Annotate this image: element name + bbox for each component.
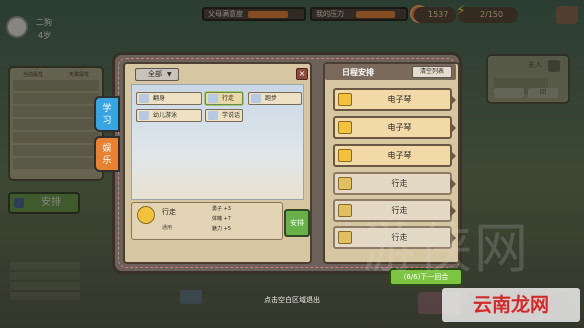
detail-title: 行走 xyxy=(162,208,176,216)
activity-walk[interactable]: 行走 xyxy=(205,92,243,105)
arrange-button[interactable]: 安排 xyxy=(284,209,310,237)
activity-icon xyxy=(139,111,149,120)
slot-notch xyxy=(450,178,456,190)
slot-label: 行走 xyxy=(391,179,408,188)
slot-label: 电子琴 xyxy=(387,123,412,132)
detail-subtitle: 通用 xyxy=(162,225,173,231)
smiley-icon xyxy=(338,149,352,162)
schedule-slot[interactable]: 电子琴 xyxy=(333,88,456,111)
schedule-slot[interactable]: 电子琴 xyxy=(333,116,456,139)
tab-entertainment-label: 娱乐 xyxy=(102,144,112,166)
activity-icon xyxy=(208,111,218,120)
activity-label: 跑步 xyxy=(265,95,278,102)
schedule-slot[interactable]: 电子琴 xyxy=(333,144,456,167)
duck-icon xyxy=(338,177,352,190)
arrange-label: 安排 xyxy=(290,219,304,227)
detail-effect: 魅力 +5 xyxy=(212,226,231,232)
slot-label: 电子琴 xyxy=(387,95,412,104)
smiley-icon xyxy=(338,93,352,106)
activity-label: 幼儿游泳 xyxy=(153,112,178,119)
clear-list-button[interactable]: 清空列表 xyxy=(412,66,452,78)
activity-icon xyxy=(251,94,261,103)
slot-notch xyxy=(450,150,456,162)
close-button[interactable]: × xyxy=(296,68,308,80)
duck-icon xyxy=(137,206,155,224)
activity-roll-over[interactable]: 翻身 xyxy=(136,92,202,105)
activity-icon xyxy=(208,94,218,103)
filter-label: 全部 xyxy=(148,70,162,78)
tab-study-label: 学习 xyxy=(102,104,112,126)
smiley-icon xyxy=(338,121,352,134)
duck-icon xyxy=(338,231,352,244)
watermark-badge: 云南龙网 xyxy=(442,288,580,322)
schedule-slot[interactable]: 行走 xyxy=(333,172,456,195)
duck-icon xyxy=(338,204,352,217)
chevron-down-icon: ▼ xyxy=(167,71,172,78)
activity-run[interactable]: 跑步 xyxy=(248,92,302,105)
filter-dropdown[interactable]: 全部 xyxy=(135,68,179,81)
activity-label: 翻身 xyxy=(153,95,166,102)
detail-effect: 体魄 +7 xyxy=(212,216,231,222)
detail-effect: 勇子 +3 xyxy=(212,206,231,212)
watermark-text: 游侠网 xyxy=(362,217,530,280)
clear-list-label: 清空列表 xyxy=(419,68,444,75)
slot-label: 电子琴 xyxy=(387,151,412,160)
activity-toddler-swim[interactable]: 幼儿游泳 xyxy=(136,109,202,122)
close-icon: × xyxy=(298,69,306,78)
activity-learn-talk[interactable]: 学说话 xyxy=(205,109,243,122)
slot-notch xyxy=(450,122,456,134)
activity-detail-card xyxy=(131,202,283,240)
activity-label: 学说话 xyxy=(222,112,241,119)
tab-study[interactable]: 学习 xyxy=(94,96,120,132)
schedule-title: 日程安排 xyxy=(342,68,374,77)
activity-label: 行走 xyxy=(222,95,235,102)
slot-notch xyxy=(450,94,456,106)
activity-icon xyxy=(139,94,149,103)
tab-entertainment[interactable]: 娱乐 xyxy=(94,136,120,172)
